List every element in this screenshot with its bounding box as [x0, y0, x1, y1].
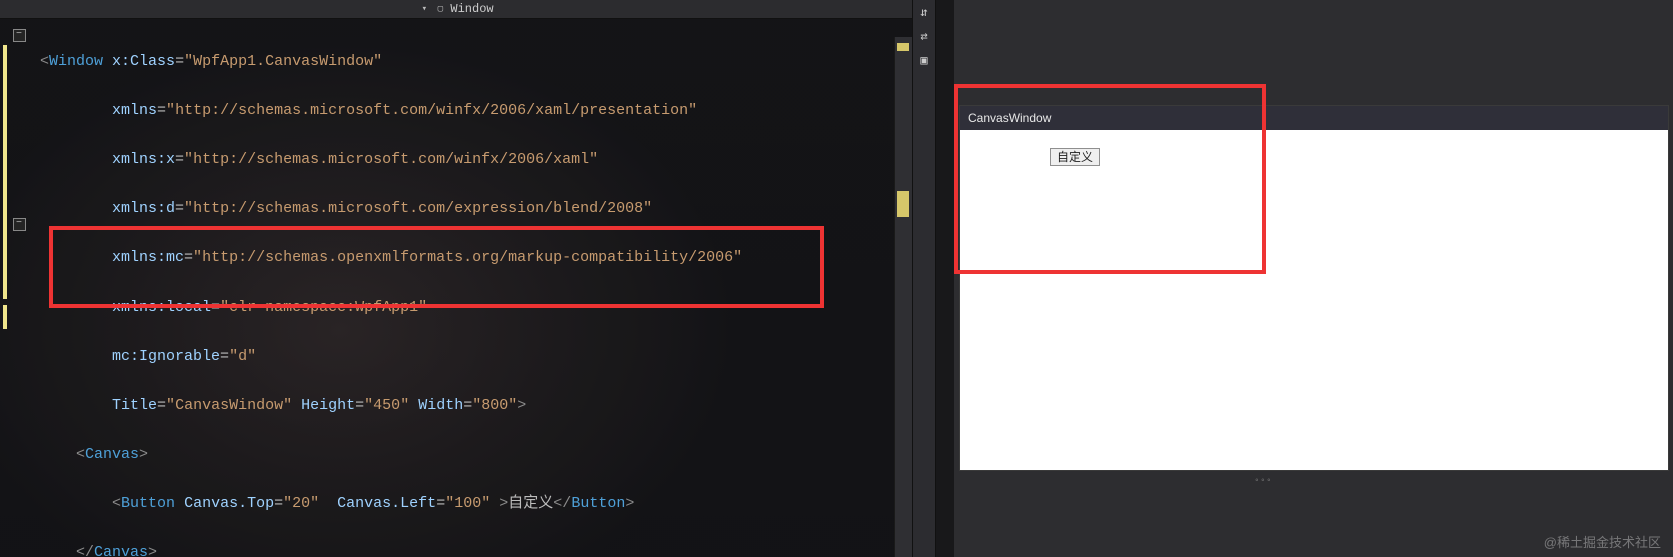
code-body: − − <Window x:Class="WpfApp1.CanvasWindo…: [0, 19, 912, 557]
window-icon: ▢: [434, 3, 446, 15]
preview-button[interactable]: 自定义: [1050, 148, 1100, 166]
breadcrumb[interactable]: ▾ ▢ Window: [0, 0, 912, 19]
scroll-change-mark: [897, 191, 909, 217]
sync-views-icon[interactable]: ⇄: [916, 28, 932, 44]
preview-titlebar: CanvasWindow: [960, 106, 1668, 130]
split-toolstrip: ⇵ ⇄ ▣: [912, 0, 936, 557]
change-marker: [3, 45, 7, 299]
designer-surface[interactable]: CanvasWindow 自定义 ◦◦◦: [954, 0, 1673, 557]
vertical-scrollbar[interactable]: [894, 37, 912, 557]
code-text-area[interactable]: <Window x:Class="WpfApp1.CanvasWindow" x…: [38, 19, 912, 557]
preview-title-text: CanvasWindow: [968, 111, 1051, 125]
watermark-text: @稀土掘金技术社区: [1544, 532, 1661, 551]
swap-panes-icon[interactable]: ⇵: [916, 4, 932, 20]
designer-pane: CanvasWindow 自定义 ◦◦◦: [954, 0, 1673, 557]
xaml-editor-pane: ▾ ▢ Window − − <Window x:Class="WpfApp1.…: [0, 0, 912, 557]
collapse-toggle[interactable]: −: [13, 29, 26, 42]
collapse-toggle[interactable]: −: [13, 218, 26, 231]
change-marker: [3, 305, 7, 329]
preview-canvas[interactable]: 自定义: [960, 130, 1668, 470]
preview-button-label: 自定义: [1057, 150, 1093, 164]
pane-gap: [936, 0, 954, 557]
chevron-down-icon: ▾: [418, 3, 430, 15]
scroll-change-mark: [897, 43, 909, 51]
root: ▾ ▢ Window − − <Window x:Class="WpfApp1.…: [0, 0, 1673, 557]
resize-grip-icon[interactable]: ◦◦◦: [1254, 476, 1272, 487]
breadcrumb-label: Window: [450, 2, 493, 16]
preview-window[interactable]: CanvasWindow 自定义: [960, 106, 1668, 470]
popup-icon[interactable]: ▣: [916, 52, 932, 68]
